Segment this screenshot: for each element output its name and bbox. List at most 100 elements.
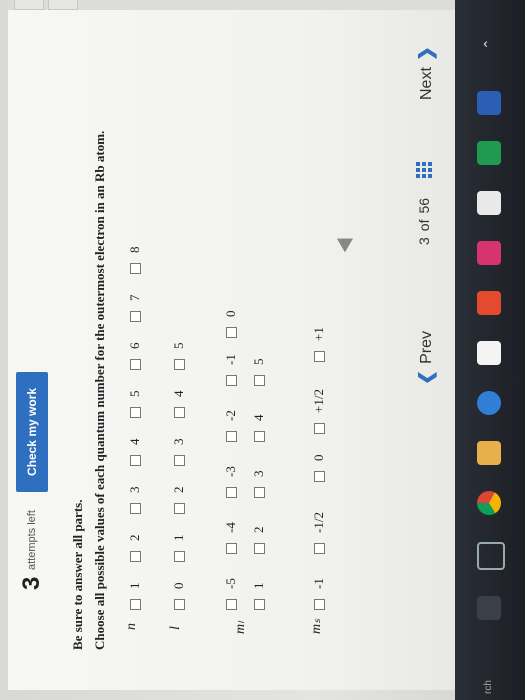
checkbox[interactable]: [129, 311, 141, 322]
checkbox[interactable]: [173, 455, 185, 466]
checkbox[interactable]: [225, 431, 237, 442]
checkbox[interactable]: [129, 407, 141, 418]
checkbox[interactable]: [225, 543, 237, 554]
checkbox[interactable]: [313, 351, 325, 362]
page-indicator: 3 of 56: [416, 161, 432, 245]
option-ml--4[interactable]: -4: [220, 522, 242, 554]
option-n-8[interactable]: 8: [124, 247, 146, 274]
checkbox[interactable]: [129, 263, 141, 274]
store-icon[interactable]: [477, 341, 501, 365]
checkbox[interactable]: [129, 599, 141, 610]
instruction-line1: Be sure to answer all parts.: [70, 499, 85, 650]
attempts-count: 3: [18, 576, 45, 590]
option-ms--1[interactable]: -1: [308, 578, 330, 610]
option-l-3[interactable]: 3: [168, 439, 190, 466]
page-current: 3: [416, 237, 432, 245]
side-button[interactable]: [14, 0, 44, 10]
checkbox[interactable]: [173, 407, 185, 418]
option-ml--2[interactable]: -2: [220, 410, 242, 442]
checkbox[interactable]: [129, 359, 141, 370]
label-ml: mₗ: [233, 621, 248, 634]
chevron-left-icon: ❮: [416, 369, 436, 385]
option-n-5[interactable]: 5: [124, 391, 146, 418]
rotated-screen: 3 attempts left Check my work Be sure to…: [0, 0, 525, 700]
option-ml--3[interactable]: -3: [220, 466, 242, 498]
option-n-6[interactable]: 6: [124, 343, 146, 370]
option-ml-5[interactable]: 5: [248, 359, 270, 386]
checkbox[interactable]: [225, 487, 237, 498]
side-button[interactable]: [48, 0, 78, 10]
task-view-icon[interactable]: [477, 542, 505, 570]
check-my-work-button[interactable]: Check my work: [16, 372, 48, 492]
word-icon[interactable]: [477, 91, 501, 115]
checkbox[interactable]: [173, 359, 185, 370]
label-ms: mₛ: [309, 618, 324, 634]
checkbox[interactable]: [225, 375, 237, 386]
page-of: of: [416, 219, 432, 232]
prev-button[interactable]: ❮ Prev: [416, 331, 437, 385]
option-n-1[interactable]: 1: [124, 583, 146, 610]
browser-page: 3 attempts left Check my work Be sure to…: [8, 0, 455, 690]
option-l-1[interactable]: 1: [168, 535, 190, 562]
label-n: n: [124, 623, 139, 630]
prev-label: Prev: [417, 331, 435, 364]
option-ml-0[interactable]: 0: [220, 311, 242, 338]
edge-icon[interactable]: [477, 391, 501, 415]
search-fragment[interactable]: rch: [483, 680, 494, 694]
option-ms-+1/2[interactable]: +1/2: [308, 389, 330, 434]
option-ml-4[interactable]: 4: [248, 415, 270, 442]
app-icon[interactable]: [477, 291, 501, 315]
option-ms-+1[interactable]: +1: [308, 327, 330, 362]
option-l-2[interactable]: 2: [168, 487, 190, 514]
file-explorer-icon[interactable]: [477, 441, 501, 465]
taskbar: rch ⌃: [455, 0, 525, 700]
chevron-up-icon[interactable]: ⌃: [481, 34, 497, 50]
option-ml-1[interactable]: 1: [248, 583, 270, 610]
mouse-cursor-icon: [336, 231, 358, 253]
option-ml-2[interactable]: 2: [248, 527, 270, 554]
checkbox[interactable]: [173, 551, 185, 562]
checkbox[interactable]: [225, 599, 237, 610]
option-ml--1[interactable]: -1: [220, 354, 242, 386]
option-l-4[interactable]: 4: [168, 391, 190, 418]
checkbox[interactable]: [313, 599, 325, 610]
label-l: l: [168, 626, 183, 630]
checkbox[interactable]: [253, 487, 265, 498]
instruction-line2: Choose all possible values of each quant…: [92, 130, 107, 650]
option-n-2[interactable]: 2: [124, 535, 146, 562]
option-ml--5[interactable]: -5: [220, 578, 242, 610]
checkbox[interactable]: [253, 431, 265, 442]
option-ms--1/2[interactable]: -1/2: [308, 512, 330, 554]
chrome-icon[interactable]: [477, 491, 501, 515]
checkbox[interactable]: [129, 551, 141, 562]
checkbox[interactable]: [129, 455, 141, 466]
app-icon[interactable]: [477, 241, 501, 265]
right-panel: [8, 0, 455, 10]
checkbox[interactable]: [225, 327, 237, 338]
checkbox[interactable]: [313, 471, 325, 482]
option-n-4[interactable]: 4: [124, 439, 146, 466]
checkbox[interactable]: [129, 503, 141, 514]
next-button[interactable]: Next ❯: [416, 46, 437, 100]
checkbox[interactable]: [313, 543, 325, 554]
next-label: Next: [417, 67, 435, 100]
mail-icon[interactable]: [477, 191, 501, 215]
option-l-0[interactable]: 0: [168, 583, 190, 610]
checkbox[interactable]: [313, 423, 325, 434]
page-total: 56: [416, 197, 432, 214]
checkbox[interactable]: [253, 543, 265, 554]
option-n-3[interactable]: 3: [124, 487, 146, 514]
checkbox[interactable]: [253, 375, 265, 386]
attempts-label: attempts left: [26, 510, 38, 570]
option-ml-3[interactable]: 3: [248, 471, 270, 498]
checkbox[interactable]: [173, 503, 185, 514]
microphone-icon[interactable]: [477, 596, 501, 620]
checkbox[interactable]: [173, 599, 185, 610]
option-ms-0[interactable]: 0: [308, 455, 330, 482]
checkbox[interactable]: [253, 599, 265, 610]
chevron-right-icon: ❯: [416, 46, 436, 62]
excel-icon[interactable]: [477, 141, 501, 165]
option-l-5[interactable]: 5: [168, 343, 190, 370]
option-n-7[interactable]: 7: [124, 295, 146, 322]
grid-icon[interactable]: [416, 161, 432, 178]
